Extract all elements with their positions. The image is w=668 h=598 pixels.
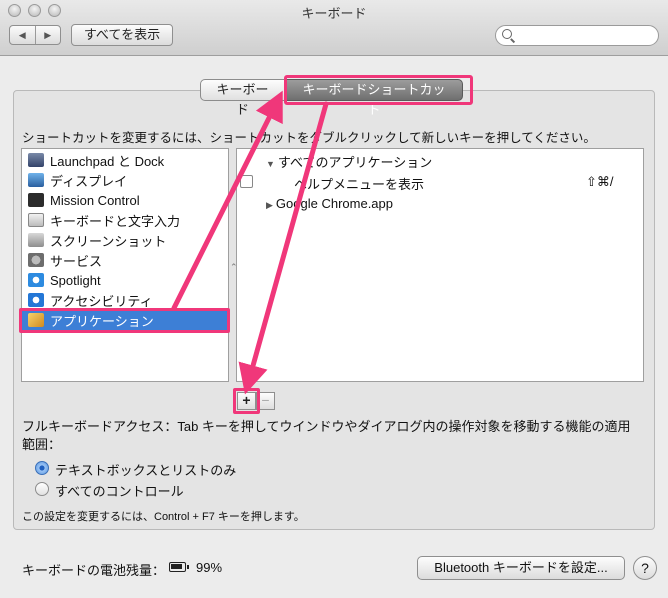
screenshot-icon [28,233,44,247]
category-label: アクセシビリティ [50,293,153,309]
category-item-services[interactable]: サービス [22,250,228,270]
services-icon [28,253,44,267]
disclosure-open-icon[interactable]: ▼ [266,159,275,169]
search-field[interactable] [495,25,659,46]
full-keyboard-access-text: フルキーボードアクセス：Tab キーを押してウインドウやダイアログ内の操作対象を… [22,419,631,452]
radio-label-all-controls[interactable]: すべてのコントロール [55,481,184,500]
preferences-window: キーボード ◀ ▶ すべてを表示 キーボード キーボードショートカット ショート… [0,0,668,598]
category-list[interactable]: Launchpad と Dock ディスプレイ Mission Control … [21,148,229,382]
mission-control-icon [28,193,44,207]
category-item-screenshot[interactable]: スクリーンショット [22,230,228,250]
battery-percent: 99% [196,560,223,575]
show-all-button[interactable]: すべてを表示 [71,24,173,46]
shortcut-keys[interactable]: ⇧⌘/ [586,174,614,190]
category-item-display[interactable]: ディスプレイ [22,170,228,190]
radio-all-controls[interactable] [35,482,49,496]
highlight-box-add [233,388,260,414]
category-label: ディスプレイ [50,173,128,189]
category-item-spotlight[interactable]: Spotlight [22,270,228,290]
forward-button[interactable]: ▶ [34,26,61,44]
group-all-applications[interactable]: ▼ すべてのアプリケーション [266,152,432,171]
highlight-box-applications [19,308,230,333]
category-label: Spotlight [50,272,101,288]
category-label: キーボードと文字入力 [50,213,181,229]
window-title: キーボード [301,6,367,21]
back-forward-group: ◀ ▶ [9,25,61,45]
category-item-mission-control[interactable]: Mission Control [22,190,228,210]
category-item-launchpad[interactable]: Launchpad と Dock [22,150,228,170]
group-label: すべてのアプリケーション [277,155,433,170]
shortcut-checkbox[interactable] [240,175,253,188]
launchpad-icon [28,153,44,167]
category-label: スクリーンショット [50,233,167,249]
category-item-accessibility[interactable]: アクセシビリティ [22,290,228,310]
accessibility-icon [28,293,44,307]
search-input[interactable] [518,27,654,44]
search-icon [502,29,512,39]
group-label: Google Chrome.app [275,196,393,211]
control-f7-note: この設定を変更するには、Control + F7 キーを押します。 [22,511,305,523]
instruction-text: ショートカットを変更するには、ショートカットをダブルクリックして新しいキーを押し… [22,131,596,145]
group-google-chrome[interactable]: ▶ Google Chrome.app [266,196,393,211]
highlight-box-tab [284,75,473,105]
help-button[interactable]: ? [633,556,657,580]
category-item-keyboard[interactable]: キーボードと文字入力 [22,210,228,230]
disclosure-closed-icon[interactable]: ▶ [266,200,273,211]
display-icon [28,173,44,187]
keyboard-icon [28,213,44,227]
radio-text-boxes-only[interactable] [35,461,49,475]
title-bar: キーボード ◀ ▶ すべてを表示 [0,0,668,56]
battery-label: キーボードの電池残量： [22,563,166,578]
setup-bluetooth-keyboard-button[interactable]: Bluetooth キーボードを設定... [417,556,625,580]
spotlight-icon [28,273,44,287]
radio-label-text-boxes[interactable]: テキストボックスとリストのみ [55,460,236,479]
category-label: Mission Control [50,192,140,208]
category-label: サービス [50,253,103,269]
category-label: Launchpad と Dock [50,153,165,169]
back-button[interactable]: ◀ [10,26,35,44]
tab-keyboard[interactable]: キーボード [200,79,285,117]
shortcut-item-label[interactable]: ヘルプメニューを表示 [294,174,424,193]
battery-icon [169,562,189,572]
